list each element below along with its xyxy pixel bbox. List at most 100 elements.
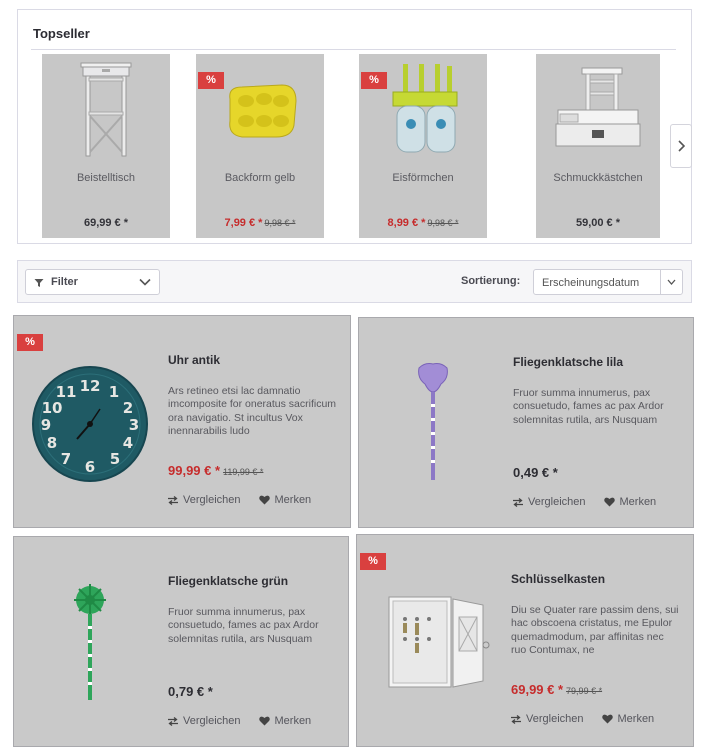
- heart-icon: [603, 497, 615, 507]
- wishlist-button[interactable]: Merken: [603, 496, 657, 508]
- compare-button[interactable]: Vergleichen: [168, 494, 241, 506]
- sort-select[interactable]: Erscheinungsdatum: [533, 269, 683, 295]
- price-value: 69,99 € *: [83, 217, 129, 229]
- topseller-title: Topseller: [33, 26, 90, 41]
- compare-arrows-icon: [513, 497, 523, 507]
- svg-text:11: 11: [56, 383, 77, 401]
- product-name[interactable]: Uhr antik: [168, 353, 220, 367]
- topseller-item-backform[interactable]: % Backform gelb 7,99 € * 9,98 € *: [196, 54, 324, 238]
- product-actions: Vergleichen Merken: [168, 715, 329, 727]
- product-description: Fruor summa innumerus, pax consuetudo, f…: [168, 606, 319, 645]
- product-price: 0,49 € *: [513, 465, 558, 480]
- old-price: 9,98 € *: [427, 218, 459, 228]
- topseller-item-eisfoermchen[interactable]: % Eisförmchen 8,99 € * 9,98 € *: [359, 54, 487, 238]
- topseller-item-price: 69,99 € *: [42, 217, 170, 229]
- ice-mold-image: [392, 64, 458, 153]
- key-box-image: [388, 596, 490, 688]
- topseller-item-name: Schmuckkästchen: [553, 172, 643, 184]
- heart-icon: [258, 716, 270, 726]
- green-fly-swatter-image: [74, 584, 106, 700]
- svg-text:5: 5: [110, 450, 120, 468]
- topseller-item-name: Backform gelb: [224, 172, 296, 184]
- old-price: 119,99 € *: [223, 467, 264, 477]
- funnel-icon: [34, 279, 44, 287]
- compare-arrows-icon: [168, 495, 178, 505]
- wishlist-button[interactable]: Merken: [258, 715, 312, 727]
- svg-text:6: 6: [85, 458, 95, 476]
- wishlist-button[interactable]: Merken: [601, 713, 654, 725]
- old-price: 79,99 € *: [566, 686, 603, 696]
- product-card-uhr-antik[interactable]: % 12 1 2 345 678 9 10 11 Uhr antik Ars retin…: [13, 315, 351, 528]
- compare-button[interactable]: Vergleichen: [513, 496, 586, 508]
- topseller-divider: [31, 49, 676, 50]
- product-actions: Vergleichen Merken: [511, 713, 672, 725]
- wishlist-button[interactable]: Merken: [258, 494, 312, 506]
- discount-badge: %: [198, 72, 224, 89]
- product-description: Diu se Quater rare passim dens, sui hac …: [511, 604, 679, 656]
- sort-dropdown-toggle[interactable]: [660, 270, 682, 294]
- product-card-fliegenklatsche-gruen[interactable]: Fliegenklatsche grün Fruor summa innumer…: [13, 536, 349, 747]
- price-value: 7,99 € *: [224, 217, 263, 229]
- discount-badge: %: [17, 334, 43, 351]
- filter-button[interactable]: Filter: [25, 269, 160, 295]
- baking-mold-image: [229, 84, 297, 138]
- svg-text:12: 12: [80, 377, 101, 395]
- heart-icon: [258, 495, 270, 505]
- topseller-item-name: Eisförmchen: [392, 172, 454, 184]
- svg-text:3: 3: [129, 416, 139, 434]
- topseller-item-price: 7,99 € * 9,98 € *: [196, 217, 324, 229]
- svg-text:1: 1: [109, 383, 119, 401]
- product-price: 69,99 € * 79,99 € *: [511, 682, 602, 697]
- heart-icon: [601, 714, 613, 724]
- wishlist-label: Merken: [274, 494, 312, 506]
- price-value: 0,79 € *: [168, 684, 213, 699]
- topseller-item-name: Beistelltisch: [76, 172, 136, 184]
- price-value: 59,00 € *: [575, 217, 621, 229]
- slider-next-button[interactable]: [670, 124, 692, 168]
- chevron-right-icon: [678, 140, 685, 152]
- topseller-item-beistelltisch[interactable]: Beistelltisch 69,99 € *: [42, 54, 170, 238]
- discount-badge: %: [361, 72, 387, 89]
- wishlist-label: Merken: [619, 496, 657, 508]
- chevron-down-icon: [139, 278, 151, 286]
- svg-text:10: 10: [42, 399, 63, 417]
- price-value: 69,99 € *: [511, 682, 564, 697]
- product-description: Fruor summa innumerus, pax consuetudo, f…: [513, 387, 664, 426]
- product-actions: Vergleichen Merken: [513, 496, 674, 508]
- svg-text:8: 8: [47, 434, 57, 452]
- compare-label: Vergleichen: [528, 496, 586, 508]
- wishlist-label: Merken: [274, 715, 312, 727]
- svg-text:7: 7: [61, 450, 71, 468]
- chevron-down-icon: [667, 279, 676, 285]
- product-card-schluesselkasten[interactable]: % Schlüsselkasten Diu se Quater rare pas…: [356, 534, 694, 747]
- clock-image: 12 12 345 678 91011: [32, 366, 148, 482]
- product-name[interactable]: Schlüsselkasten: [511, 572, 605, 586]
- sort-value: Erscheinungsdatum: [542, 277, 640, 289]
- product-actions: Vergleichen Merken: [168, 494, 329, 506]
- compare-label: Vergleichen: [526, 713, 584, 725]
- svg-text:9: 9: [41, 416, 51, 434]
- price-value: 8,99 € *: [387, 217, 426, 229]
- old-price: 9,98 € *: [264, 218, 296, 228]
- filter-bar: Filter Sortierung: Erscheinungsdatum: [17, 260, 692, 303]
- compare-arrows-icon: [168, 716, 178, 726]
- svg-text:2: 2: [123, 399, 133, 417]
- sort-label: Sortierung:: [461, 275, 521, 287]
- price-value: 99,99 € *: [168, 463, 221, 478]
- topseller-item-schmuckkaestchen[interactable]: Schmuckkästchen 59,00 € *: [536, 54, 660, 238]
- topseller-item-price: 8,99 € * 9,98 € *: [359, 217, 487, 229]
- compare-label: Vergleichen: [183, 715, 241, 727]
- compare-button[interactable]: Vergleichen: [511, 713, 584, 725]
- price-value: 0,49 € *: [513, 465, 558, 480]
- product-name[interactable]: Fliegenklatsche grün: [168, 574, 288, 588]
- product-card-fliegenklatsche-lila[interactable]: Fliegenklatsche lila Fruor summa innumer…: [358, 317, 694, 528]
- side-table-image: [80, 62, 132, 157]
- compare-label: Vergleichen: [183, 494, 241, 506]
- purple-fly-swatter-image: [418, 363, 448, 480]
- product-name[interactable]: Fliegenklatsche lila: [513, 355, 623, 369]
- topseller-box: Topseller Beistelltisch 69,99 € * % Back…: [17, 9, 692, 244]
- compare-arrows-icon: [511, 714, 521, 724]
- compare-button[interactable]: Vergleichen: [168, 715, 241, 727]
- svg-text:4: 4: [123, 434, 133, 452]
- product-description: Ars retineo etsi lac damnatio imcomposit…: [168, 385, 337, 437]
